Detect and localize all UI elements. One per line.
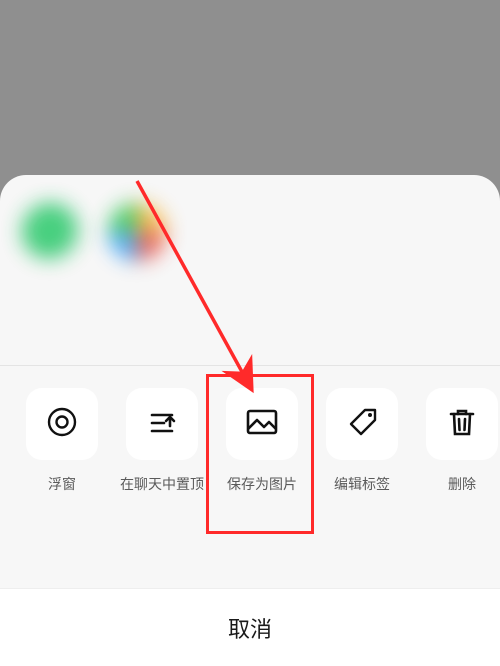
action-label: 浮窗 xyxy=(48,474,76,494)
action-label: 在聊天中置顶 xyxy=(120,474,204,494)
action-item-save[interactable]: 保存为图片 xyxy=(222,388,302,494)
preview-thumb xyxy=(22,203,80,261)
pin-top-icon xyxy=(144,404,180,445)
screen: 浮窗 在聊天中置顶 xyxy=(0,0,500,666)
cancel-button[interactable]: 取消 xyxy=(0,588,500,666)
action-row: 浮窗 在聊天中置顶 xyxy=(0,366,500,494)
action-label: 删除 xyxy=(448,474,476,494)
tag-icon xyxy=(344,404,380,445)
action-item-pin[interactable]: 在聊天中置顶 xyxy=(122,388,202,494)
cancel-label: 取消 xyxy=(228,612,272,644)
action-item-tag[interactable]: 编辑标签 xyxy=(322,388,402,494)
image-icon xyxy=(243,403,281,446)
preview-thumb xyxy=(108,203,166,261)
action-item-float[interactable]: 浮窗 xyxy=(22,388,102,494)
action-item-delete[interactable]: 删除 xyxy=(422,388,500,494)
action-label: 保存为图片 xyxy=(227,474,297,494)
action-sheet: 浮窗 在聊天中置顶 xyxy=(0,175,500,666)
circle-dot-icon xyxy=(44,404,80,445)
action-label: 编辑标签 xyxy=(334,474,390,494)
trash-icon xyxy=(444,404,480,445)
preview-area xyxy=(0,175,500,365)
